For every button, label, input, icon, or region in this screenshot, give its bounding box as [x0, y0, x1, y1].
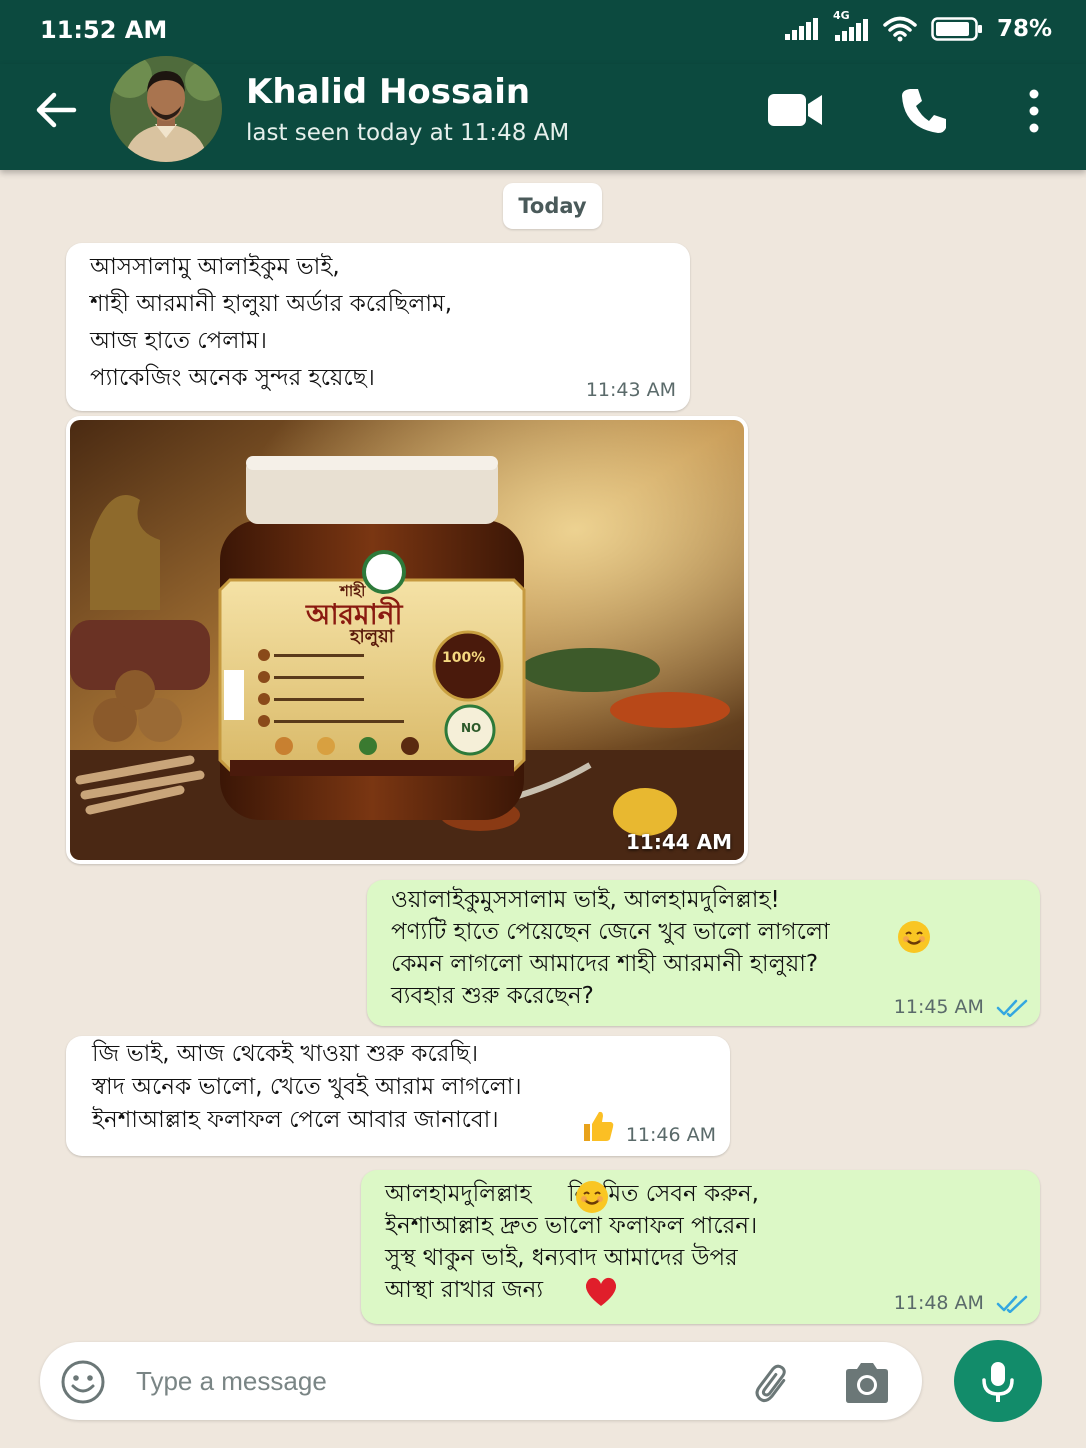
- mic-button[interactable]: [954, 1340, 1042, 1422]
- date-chip: Today: [503, 183, 602, 229]
- message-time: 11:48 AM: [894, 1292, 1028, 1314]
- label-badge-no: NO: [461, 721, 481, 735]
- message-incoming[interactable]: আসসালামু আলাইকুম ভাই, শাহী আরমানী হালুয়…: [66, 243, 690, 411]
- image-time: 11:44 AM: [625, 830, 732, 854]
- contact-name[interactable]: Khalid Hossain: [246, 72, 530, 112]
- network-type-icon: 4G: [833, 9, 869, 41]
- read-ticks-icon: [996, 1295, 1028, 1313]
- last-seen-status: last seen today at 11:48 AM: [246, 120, 570, 146]
- message-time-label: 11:45 AM: [893, 996, 984, 1018]
- message-composer: [40, 1342, 922, 1420]
- wifi-icon: [883, 16, 917, 42]
- battery-level: 78%: [996, 16, 1052, 42]
- message-text: ওয়ালাইকুমুসসালাম ভাই, আলহামদুলিল্লাহ! প…: [391, 887, 830, 1009]
- status-bar: 11:52 AM 4G 78%: [0, 0, 1086, 64]
- signal-icon: [784, 18, 818, 40]
- status-indicators: 4G 78%: [784, 9, 1052, 42]
- message-text: জি ভাই, আজ থেকেই খাওয়া শুরু করেছি। স্বা…: [92, 1041, 522, 1133]
- message-time: 11:46 AM: [625, 1124, 716, 1146]
- message-time: 11:45 AM: [894, 996, 1028, 1018]
- red-heart-icon: [585, 1277, 617, 1306]
- more-vert-icon[interactable]: [1020, 86, 1048, 136]
- smiling-face-icon: [898, 921, 930, 953]
- smiling-face-icon: [576, 1181, 608, 1213]
- label-badge: 100%: [442, 650, 485, 666]
- label-brand-sub: হালুয়া: [349, 626, 395, 647]
- product-photo[interactable]: শাহী আরমানী হালুয়া 100% NO: [70, 420, 744, 860]
- message-text: আলহামদুলিল্লাহ নিয়মিত সেবন করুন, ইনশাআল…: [385, 1181, 759, 1303]
- back-arrow-icon[interactable]: [30, 84, 82, 136]
- message-text: আসসালামু আলাইকুম ভাই, শাহী আরমানী হালুয়…: [90, 254, 453, 391]
- message-outgoing[interactable]: ওয়ালাইকুমুসসালাম ভাই, আলহামদুলিল্লাহ! প…: [367, 880, 1040, 1026]
- mic-icon: [982, 1362, 1014, 1402]
- message-incoming[interactable]: জি ভাই, আজ থেকেই খাওয়া শুরু করেছি। স্বা…: [66, 1036, 730, 1156]
- chat-header: Khalid Hossain last seen today at 11:48 …: [0, 56, 1086, 170]
- message-outgoing[interactable]: আলহামদুলিল্লাহ নিয়মিত সেবন করুন, ইনশাআল…: [361, 1170, 1040, 1324]
- message-time: 11:43 AM: [585, 379, 676, 401]
- emoji-icon[interactable]: [60, 1359, 106, 1405]
- attach-icon[interactable]: [750, 1360, 796, 1406]
- image-message[interactable]: শাহী আরমানী হালুয়া 100% NO 11:44 AM: [66, 416, 748, 864]
- camera-icon[interactable]: [842, 1360, 892, 1406]
- read-ticks-icon: [996, 999, 1028, 1017]
- message-input[interactable]: [136, 1356, 726, 1406]
- battery-icon: [931, 17, 982, 41]
- message-time-label: 11:48 AM: [893, 1292, 984, 1314]
- thumbs-up-icon: [584, 1111, 614, 1141]
- video-call-icon[interactable]: [766, 90, 824, 130]
- phone-icon[interactable]: [898, 84, 950, 136]
- avatar[interactable]: [110, 56, 222, 162]
- status-time: 11:52 AM: [40, 16, 168, 44]
